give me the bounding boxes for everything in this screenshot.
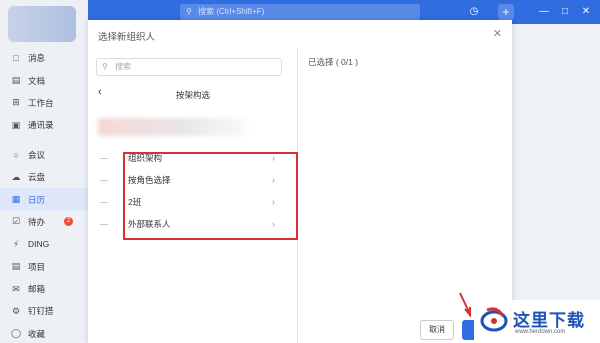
mail-icon: ✉ <box>12 283 20 294</box>
minimize-icon[interactable]: — <box>536 4 552 20</box>
message-icon: □ <box>13 53 19 64</box>
sidebar-item-label: 工作台 <box>28 97 54 108</box>
sidebar-item-messages[interactable]: □ 消息 <box>0 47 88 69</box>
tree-dash: — <box>100 153 108 163</box>
cancel-button[interactable]: 取消 <box>420 320 454 340</box>
close-icon[interactable]: ✕ <box>578 4 594 20</box>
selected-count-label: 已选择 ( 0/1 ) <box>308 57 359 67</box>
sidebar-item-builder[interactable]: ⚙ 钉钉搭 <box>0 300 88 322</box>
sidebar-item-label: 邮箱 <box>28 284 46 295</box>
sidebar-item-meeting[interactable]: ○ 会议 <box>0 144 88 166</box>
structure-title: 按架构选 <box>176 90 211 100</box>
blurred-organization-name <box>98 118 248 136</box>
plus-icon[interactable]: + <box>498 4 514 20</box>
project-icon: ▤ <box>11 261 21 272</box>
watermark-url: www.herdown.com <box>515 329 566 335</box>
sidebar-item-ding[interactable]: ⚡ DING <box>0 233 88 255</box>
contacts-icon: ▣ <box>11 119 21 130</box>
sidebar-item-label: DING <box>28 239 50 250</box>
meeting-icon: ○ <box>13 149 19 160</box>
sidebar-item-project[interactable]: ▤ 项目 <box>0 256 88 278</box>
sidebar-item-workbench[interactable]: ⊞ 工作台 <box>0 92 88 114</box>
sidebar-item-mail[interactable]: ✉ 邮箱 <box>0 278 88 300</box>
sidebar-item-label: 消息 <box>28 53 46 64</box>
avatar[interactable] <box>8 6 76 42</box>
todo-count-badge: 2 <box>64 217 73 227</box>
member-search-placeholder: 搜索 <box>115 62 131 71</box>
sidebar-item-calendar[interactable]: ▦ 日历 <box>0 188 88 211</box>
member-search-input[interactable]: ⚲ 搜索 <box>96 58 282 76</box>
search-icon: ⚲ <box>102 62 108 71</box>
workbench-icon: ⊞ <box>12 97 20 108</box>
global-search-placeholder: 搜索 (Ctrl+Shift+F) <box>198 7 265 16</box>
builder-icon: ⚙ <box>11 305 21 316</box>
history-icon[interactable]: ◷ <box>466 4 482 20</box>
sidebar-item-favorite[interactable]: ◯ 收藏 <box>0 323 88 343</box>
tree-dash: — <box>100 197 108 207</box>
watermark-text: 这里下载 <box>513 311 585 331</box>
annotation-arrow-icon <box>459 292 471 318</box>
tree-dash: — <box>100 175 108 185</box>
favorite-icon: ◯ <box>10 328 22 339</box>
ding-icon: ⚡ <box>12 238 20 249</box>
sidebar-item-label: 待办 <box>28 216 46 227</box>
sidebar-item-label: 项目 <box>28 261 46 272</box>
sidebar-item-label: 收藏 <box>28 328 46 339</box>
calendar-icon: ▦ <box>11 194 21 205</box>
watermark: 这里下载 www.herdown.com <box>475 300 600 343</box>
sidebar-item-cloud[interactable]: ☁ 云盘 <box>0 166 88 188</box>
search-icon: ⚲ <box>186 7 192 16</box>
watermark-logo-icon <box>480 307 508 332</box>
tree-dash: — <box>100 219 108 229</box>
dialog-title: 选择新组织人 <box>98 32 156 43</box>
back-chevron-icon[interactable]: ‹ <box>98 86 102 98</box>
global-search-input[interactable]: ⚲ 搜索 (Ctrl+Shift+F) <box>180 4 420 20</box>
document-icon: ▤ <box>11 75 21 86</box>
sidebar: □ 消息 ▤ 文档 ⊞ 工作台 ▣ 通讯录 ○ 会议 ☁ 云盘 ▦ 日历 ☑ 待办 2 ⚡ DING… <box>0 0 88 343</box>
sidebar-nav: □ 消息 ▤ 文档 ⊞ 工作台 ▣ 通讯录 ○ 会议 ☁ 云盘 ▦ 日历 ☑ 待办 2 ⚡ DING… <box>0 47 88 343</box>
sidebar-item-label: 文档 <box>28 75 46 86</box>
sidebar-item-label: 会议 <box>28 149 46 160</box>
highlight-annotation-box <box>123 152 298 240</box>
sidebar-item-todo[interactable]: ☑ 待办 2 <box>0 211 88 233</box>
sidebar-item-label: 日历 <box>28 194 46 205</box>
confirm-button[interactable] <box>462 320 474 340</box>
dialog-close-icon[interactable]: ✕ <box>493 27 502 40</box>
sidebar-item-docs[interactable]: ▤ 文档 <box>0 69 88 91</box>
maximize-icon[interactable]: □ <box>557 4 573 20</box>
sidebar-item-label: 通讯录 <box>28 120 54 131</box>
sidebar-item-contacts[interactable]: ▣ 通讯录 <box>0 114 88 136</box>
cloud-icon: ☁ <box>11 171 21 182</box>
sidebar-item-label: 云盘 <box>28 172 46 183</box>
sidebar-item-label: 钉钉搭 <box>28 306 54 317</box>
todo-icon: ☑ <box>11 216 21 227</box>
